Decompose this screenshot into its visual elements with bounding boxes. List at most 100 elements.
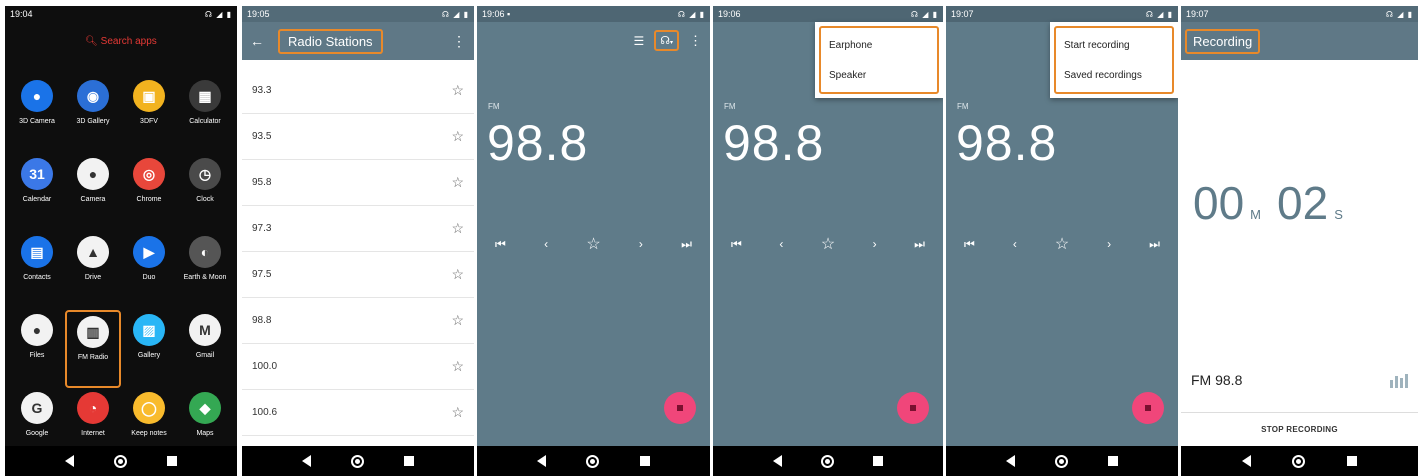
step-up-icon[interactable]: ›: [873, 237, 877, 251]
menu-item-start-recording[interactable]: Start recording: [1060, 30, 1168, 60]
app-3d-gallery[interactable]: ◉ 3D Gallery: [65, 76, 121, 154]
favorite-star-icon[interactable]: ☆: [451, 312, 464, 329]
back-icon[interactable]: [65, 455, 74, 467]
app-3dfv[interactable]: ▣ 3DFV: [121, 76, 177, 154]
app-files[interactable]: ● Files: [9, 310, 65, 388]
power-stop-button[interactable]: [664, 392, 696, 424]
seek-prev-icon[interactable]: ⏮: [964, 237, 975, 252]
recents-icon[interactable]: [404, 456, 414, 466]
status-bar: 19:07 ☊ ◢ ▮: [1181, 6, 1418, 22]
app-fm-radio[interactable]: ▥ FM Radio: [65, 310, 121, 388]
app-3d-camera[interactable]: ● 3D Camera: [9, 76, 65, 154]
seek-next-icon[interactable]: ⏭: [1149, 237, 1160, 252]
favorite-star-icon[interactable]: ☆: [1055, 234, 1069, 254]
app-label: Gmail: [195, 352, 215, 359]
station-frequency: 100.0: [252, 361, 278, 372]
home-icon[interactable]: [1055, 454, 1068, 468]
back-icon[interactable]: [537, 455, 547, 467]
overflow-menu-icon[interactable]: ⋮: [689, 33, 702, 49]
stop-recording-button[interactable]: STOP RECORDING: [1181, 412, 1418, 446]
recents-icon[interactable]: [1108, 456, 1118, 466]
station-list-icon[interactable]: ☰: [633, 34, 644, 48]
seek-prev-icon[interactable]: ⏮: [495, 237, 506, 252]
app-camera[interactable]: ● Camera: [65, 154, 121, 232]
search-apps-bar[interactable]: 🔍︎ Search apps: [5, 36, 237, 47]
station-frequency: 93.5: [252, 131, 272, 142]
step-down-icon[interactable]: ‹: [544, 237, 548, 251]
favorite-star-icon[interactable]: ☆: [451, 128, 464, 145]
calendar-icon: 31: [21, 158, 53, 190]
station-row[interactable]: 93.3 ☆: [242, 68, 474, 114]
step-down-icon[interactable]: ‹: [779, 237, 783, 251]
back-icon[interactable]: [1006, 455, 1015, 467]
app-label: Keep notes: [131, 430, 167, 437]
station-row[interactable]: 93.5 ☆: [242, 114, 474, 160]
step-up-icon[interactable]: ›: [1107, 237, 1111, 251]
favorite-star-icon[interactable]: ☆: [451, 220, 464, 237]
status-time: 19:07: [1186, 9, 1209, 19]
power-stop-button[interactable]: [1132, 392, 1164, 424]
seek-next-icon[interactable]: ⏭: [681, 237, 692, 252]
app-label: Calendar: [22, 196, 52, 203]
favorite-star-icon[interactable]: ☆: [451, 266, 464, 283]
favorite-star-icon[interactable]: ☆: [586, 234, 600, 254]
menu-highlight: Earphone Speaker: [819, 26, 939, 94]
menu-item-speaker[interactable]: Speaker: [825, 60, 933, 90]
power-stop-button[interactable]: [897, 392, 929, 424]
app-earth-moon[interactable]: ◐ Earth & Moon: [177, 232, 233, 310]
station-row[interactable]: 97.5 ☆: [242, 252, 474, 298]
step-down-icon[interactable]: ‹: [1013, 237, 1017, 251]
frequency-display: 98.8: [487, 115, 589, 171]
app-gallery[interactable]: ▨ Gallery: [121, 310, 177, 388]
recents-icon[interactable]: [639, 456, 650, 466]
app-label: Clock: [196, 196, 214, 203]
app-drive[interactable]: ▲ Drive: [65, 232, 121, 310]
app-duo[interactable]: ▶ Duo: [121, 232, 177, 310]
status-icons: ☊ ◢ ▮: [1385, 9, 1413, 19]
overflow-menu-icon[interactable]: ⋮: [452, 33, 466, 50]
status-time: 19:06 ▪: [482, 9, 511, 19]
back-icon[interactable]: [1241, 455, 1251, 467]
seek-prev-icon[interactable]: ⏮: [731, 237, 742, 252]
app-calculator[interactable]: ▦ Calculator: [177, 76, 233, 154]
app-chrome[interactable]: ◎ Chrome: [121, 154, 177, 232]
app-gmail[interactable]: M Gmail: [177, 310, 233, 388]
back-arrow-icon[interactable]: ←: [250, 33, 264, 49]
step-up-icon[interactable]: ›: [639, 237, 643, 251]
band-label: FM: [957, 102, 969, 111]
menu-item-earphone[interactable]: Earphone: [825, 30, 933, 60]
home-icon[interactable]: [114, 454, 127, 468]
station-row[interactable]: 95.8 ☆: [242, 160, 474, 206]
seek-next-icon[interactable]: ⏭: [914, 237, 925, 252]
app-contacts[interactable]: ▤ Contacts: [9, 232, 65, 310]
back-icon[interactable]: [302, 455, 311, 467]
home-icon[interactable]: [1292, 454, 1306, 468]
keep-notes-icon: ◯: [133, 392, 165, 424]
home-icon[interactable]: [820, 454, 834, 468]
station-row[interactable]: 98.8 ☆: [242, 298, 474, 344]
app-clock[interactable]: ◷ Clock: [177, 154, 233, 232]
favorite-star-icon[interactable]: ☆: [821, 234, 835, 254]
station-row[interactable]: 97.3 ☆: [242, 206, 474, 252]
favorite-star-icon[interactable]: ☆: [451, 82, 464, 99]
search-icon: 🔍︎: [85, 36, 98, 47]
station-row[interactable]: 100.0 ☆: [242, 344, 474, 390]
3dfv-icon: ▣: [133, 80, 165, 112]
recents-icon[interactable]: [1347, 456, 1358, 466]
station-row[interactable]: 100.6 ☆: [242, 390, 474, 436]
menu-item-saved-recordings[interactable]: Saved recordings: [1060, 60, 1168, 90]
home-icon[interactable]: [351, 454, 364, 468]
favorite-star-icon[interactable]: ☆: [451, 358, 464, 375]
audio-output-button[interactable]: ☊▾: [654, 30, 679, 51]
recents-icon[interactable]: [167, 456, 177, 466]
status-bar: 19:04 ☊ ◢ ▮: [5, 6, 237, 22]
favorite-star-icon[interactable]: ☆: [451, 174, 464, 191]
app-calendar[interactable]: 31 Calendar: [9, 154, 65, 232]
status-icons: ☊ ◢ ▮: [1145, 9, 1173, 19]
back-icon[interactable]: [772, 455, 782, 467]
home-icon[interactable]: [586, 454, 600, 468]
status-icons: ☊ ◢ ▮: [677, 9, 705, 19]
favorite-star-icon[interactable]: ☆: [451, 404, 464, 421]
recents-icon[interactable]: [873, 456, 884, 466]
status-time: 19:05: [247, 9, 270, 19]
